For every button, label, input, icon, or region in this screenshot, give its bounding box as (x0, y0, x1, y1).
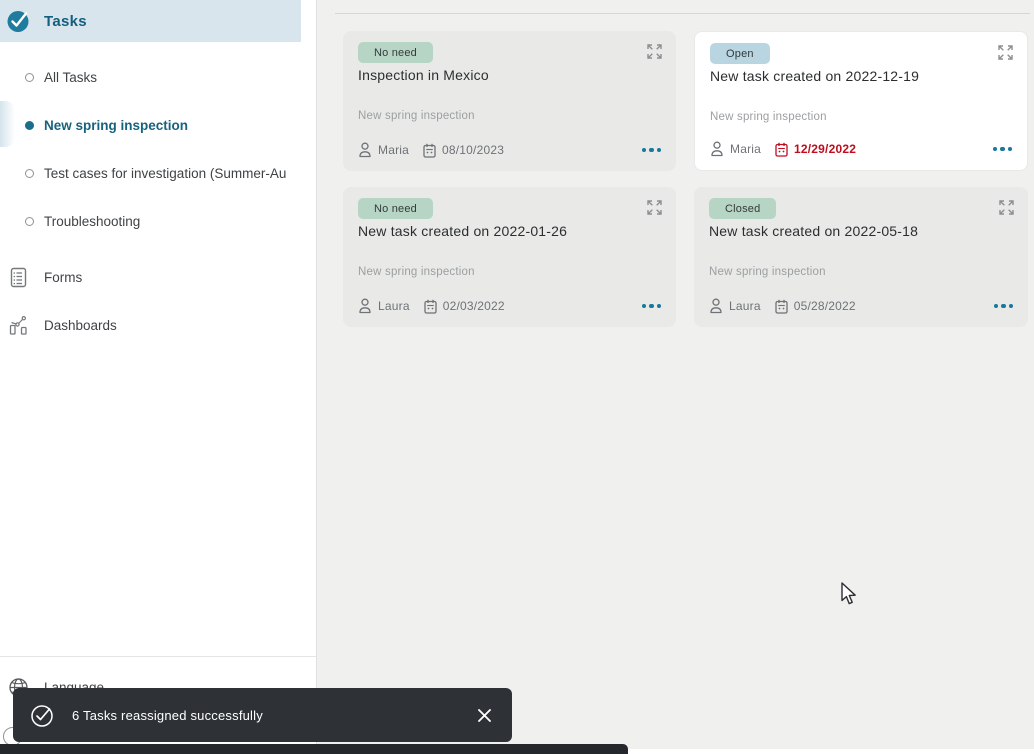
expand-icon[interactable] (646, 43, 663, 60)
sidebar-item-forms[interactable]: Forms (0, 262, 317, 292)
assignee-name: Maria (378, 143, 409, 157)
sidebar-item-label: Test cases for investigation (Summer-Au (44, 166, 286, 181)
calendar-icon (775, 299, 788, 314)
radio-icon (25, 73, 34, 82)
assignee-icon (710, 141, 724, 157)
task-list-name: New spring inspection (709, 266, 826, 278)
sidebar-item-label: Dashboards (44, 318, 117, 333)
expand-icon[interactable] (646, 199, 663, 216)
calendar-icon (424, 299, 437, 314)
task-footer: Laura 02/03/2022 (358, 297, 663, 315)
sidebar-divider (0, 656, 317, 657)
radio-icon (25, 217, 34, 226)
main-content: No need Inspection in Mexico New spring … (318, 0, 1034, 749)
due-date-group: 02/03/2022 (424, 299, 505, 314)
close-icon[interactable] (473, 704, 495, 726)
sidebar-item-label: Troubleshooting (44, 214, 140, 229)
assignee-name: Maria (730, 142, 761, 156)
task-list-name: New spring inspection (710, 111, 827, 123)
assignee-icon (709, 298, 723, 314)
due-date: 12/29/2022 (794, 142, 856, 156)
task-card[interactable]: Closed New task created on 2022-05-18 Ne… (694, 187, 1028, 327)
due-date-group: 12/29/2022 (775, 142, 856, 157)
due-date-group: 05/28/2022 (775, 299, 856, 314)
sidebar-item-new-spring-inspection[interactable]: New spring inspection (0, 110, 317, 140)
sidebar-item-all-tasks[interactable]: All Tasks (0, 62, 317, 92)
assignee-name: Laura (378, 299, 410, 313)
expand-icon[interactable] (998, 199, 1015, 216)
assignee-icon (358, 298, 372, 314)
status-badge: Open (710, 43, 770, 64)
expand-icon[interactable] (997, 44, 1014, 61)
radio-icon (25, 169, 34, 178)
task-card[interactable]: No need Inspection in Mexico New spring … (343, 31, 676, 171)
task-footer: Maria 08/10/2023 (358, 141, 663, 159)
status-badge: No need (358, 42, 433, 63)
sidebar-item-label: New spring inspection (44, 118, 188, 133)
success-check-icon (30, 703, 55, 728)
sidebar-item-label: Forms (44, 270, 82, 285)
sidebar-item-label: All Tasks (44, 70, 97, 85)
task-footer: Maria 12/29/2022 (710, 140, 1014, 158)
more-options-button[interactable] (640, 144, 664, 157)
due-date: 08/10/2023 (442, 143, 504, 157)
toast-notification-partial (0, 744, 628, 754)
task-title: New task created on 2022-12-19 (710, 68, 919, 84)
task-title: New task created on 2022-05-18 (709, 223, 918, 239)
due-date: 05/28/2022 (794, 299, 856, 313)
calendar-icon (423, 143, 436, 158)
sidebar-item-test-cases[interactable]: Test cases for investigation (Summer-Au (0, 158, 317, 188)
app-window: Tasks All Tasks New spring inspection Te… (0, 0, 1034, 749)
tasks-check-circle-icon (7, 9, 31, 33)
task-title: Inspection in Mexico (358, 67, 489, 83)
forms-icon (8, 267, 29, 288)
assignee-name: Laura (729, 299, 761, 313)
task-card[interactable]: Open New task created on 2022-12-19 New … (694, 31, 1028, 171)
assignee-icon (358, 142, 372, 158)
radio-selected-icon (25, 121, 34, 130)
task-card[interactable]: No need New task created on 2022-01-26 N… (343, 187, 676, 327)
due-date: 02/03/2022 (443, 299, 505, 313)
calendar-icon (775, 142, 788, 157)
dashboards-icon (8, 315, 29, 336)
task-footer: Laura 05/28/2022 (709, 297, 1015, 315)
toast-notification: 6 Tasks reassigned successfully (13, 688, 512, 742)
task-list-name: New spring inspection (358, 110, 475, 122)
task-list-name: New spring inspection (358, 266, 475, 278)
sidebar-header-tasks[interactable]: Tasks (0, 0, 301, 42)
sidebar-item-dashboards[interactable]: Dashboards (0, 310, 317, 340)
toast-message: 6 Tasks reassigned successfully (72, 708, 263, 723)
header-divider (335, 13, 1030, 14)
task-title: New task created on 2022-01-26 (358, 223, 567, 239)
sidebar-header-label: Tasks (44, 13, 87, 30)
more-options-button[interactable] (640, 300, 664, 313)
more-options-button[interactable] (991, 143, 1015, 156)
status-badge: No need (358, 198, 433, 219)
status-badge: Closed (709, 198, 776, 219)
mouse-cursor (838, 581, 858, 607)
sidebar-item-troubleshooting[interactable]: Troubleshooting (0, 206, 317, 236)
more-options-button[interactable] (992, 300, 1016, 313)
sidebar: Tasks All Tasks New spring inspection Te… (0, 0, 317, 749)
due-date-group: 08/10/2023 (423, 143, 504, 158)
